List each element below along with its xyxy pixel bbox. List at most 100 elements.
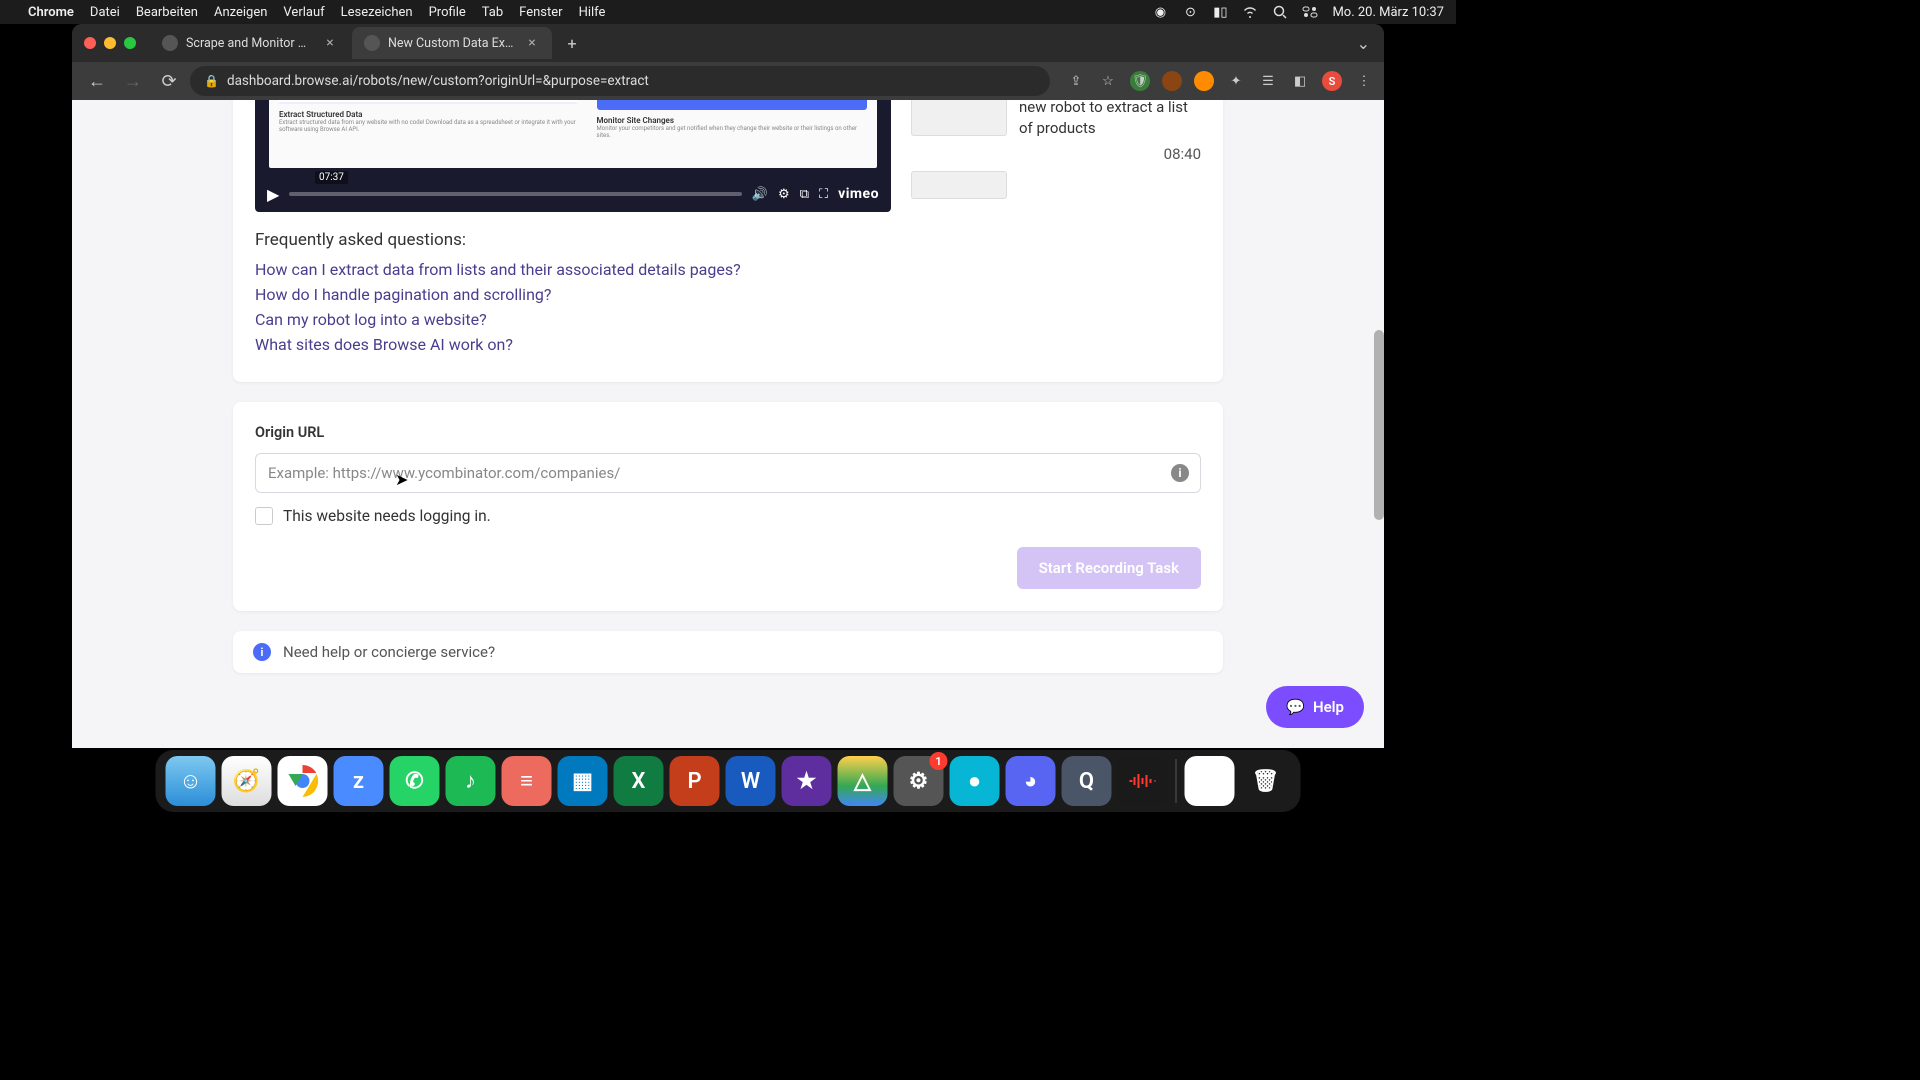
dock-app-generic[interactable]: ● (950, 756, 1000, 806)
menu-profile[interactable]: Profile (429, 5, 466, 20)
dock-imovie[interactable]: ★ (782, 756, 832, 806)
window-close-icon[interactable] (84, 37, 96, 49)
dock-excel[interactable]: X (614, 756, 664, 806)
extensions-puzzle-icon[interactable]: ✦ (1226, 71, 1246, 91)
dock-spotify[interactable]: ♪ (446, 756, 496, 806)
page-scrollbar[interactable] (1374, 330, 1384, 520)
dock-todoist[interactable]: ≡ (502, 756, 552, 806)
chrome-window: Scrape and Monitor Data from × New Custo… (72, 24, 1384, 748)
faq-heading: Frequently asked questions: (255, 230, 1201, 250)
video-playlist: 06:00 How to train and create a new robo… (911, 100, 1201, 212)
help-label: Help (1313, 698, 1344, 716)
menu-verlauf[interactable]: Verlauf (283, 5, 324, 20)
new-tab-button[interactable]: + (558, 29, 586, 57)
record-icon[interactable]: ◉ (1152, 4, 1168, 20)
volume-icon[interactable]: 🔊 (752, 187, 768, 202)
dock-trello[interactable]: ▦ (558, 756, 608, 806)
chrome-menu-icon[interactable]: ⋮ (1354, 71, 1374, 91)
menu-bearbeiten[interactable]: Bearbeiten (136, 5, 198, 20)
tab-scrape-monitor[interactable]: Scrape and Monitor Data from × (150, 27, 350, 59)
faq-link-login[interactable]: Can my robot log into a website? (255, 310, 1201, 329)
needs-login-checkbox[interactable] (255, 507, 273, 525)
menu-fenster[interactable]: Fenster (519, 5, 562, 20)
tab-title: Scrape and Monitor Data from (186, 36, 314, 51)
dock-whatsapp[interactable]: ✆ (390, 756, 440, 806)
tutorial-video-player[interactable]: Extract Structured Data Extract structur… (255, 100, 891, 212)
faq-link-supported-sites[interactable]: What sites does Browse AI work on? (255, 335, 1201, 354)
tab-close-icon[interactable]: × (524, 35, 540, 51)
menu-datei[interactable]: Datei (90, 5, 120, 20)
help-fab-button[interactable]: 💬 Help (1266, 686, 1364, 728)
video-slide-callout: more collaborators move work get more do… (597, 100, 867, 110)
pip-icon[interactable]: ⧉ (800, 187, 809, 202)
video-slide-heading: Monitor Site Changes (597, 116, 867, 125)
menubar-app-name[interactable]: Chrome (28, 5, 74, 20)
play-circle-icon[interactable]: ⊙ (1182, 4, 1198, 20)
dock-word[interactable]: W (726, 756, 776, 806)
playlist-thumbnail (911, 100, 1007, 136)
menu-anzeigen[interactable]: Anzeigen (214, 5, 267, 20)
video-slide-heading: Extract Structured Data (279, 110, 577, 119)
forward-button[interactable]: → (118, 66, 148, 96)
origin-url-label: Origin URL (255, 424, 1201, 441)
search-icon[interactable] (1272, 4, 1288, 20)
back-button[interactable]: ← (82, 66, 112, 96)
video-seek-bar[interactable] (289, 192, 742, 196)
control-center-icon[interactable] (1302, 4, 1318, 20)
side-panel-icon[interactable]: ◧ (1290, 71, 1310, 91)
dock-google-drive[interactable]: △ (838, 756, 888, 806)
faq-link-lists-details[interactable]: How can I extract data from lists and th… (255, 260, 1201, 279)
lock-icon: 🔒 (204, 74, 219, 88)
playlist-duration: 08:40 (1019, 145, 1201, 163)
window-zoom-icon[interactable] (124, 37, 136, 49)
extension-icon[interactable] (1194, 71, 1214, 91)
extension-shield-icon[interactable]: 🛡 (1130, 71, 1150, 91)
playlist-item[interactable]: How to train and create a new robot to e… (911, 100, 1201, 163)
dock-powerpoint[interactable]: P (670, 756, 720, 806)
info-icon: i (253, 643, 271, 661)
tab-new-custom-extraction[interactable]: New Custom Data Extraction R × (352, 27, 552, 59)
dock-discord[interactable]: ◕ (1006, 756, 1056, 806)
start-recording-button[interactable]: Start Recording Task (1017, 547, 1201, 589)
bookmark-star-icon[interactable]: ☆ (1098, 71, 1118, 91)
dock-zoom[interactable]: z (334, 756, 384, 806)
share-icon[interactable]: ⇪ (1066, 71, 1086, 91)
vimeo-logo: vimeo (838, 186, 879, 202)
info-icon[interactable]: i (1171, 464, 1189, 482)
dock-finder[interactable]: ☺ (166, 756, 216, 806)
settings-gear-icon[interactable]: ⚙ (778, 187, 790, 202)
dock-chrome[interactable] (278, 756, 328, 806)
page-content: ➤ Extract Structured Data Extract struct… (72, 100, 1384, 748)
menubar-clock[interactable]: Mo. 20. März 10:37 (1332, 5, 1444, 20)
needs-login-label: This website needs logging in. (283, 507, 491, 525)
tab-close-icon[interactable]: × (322, 35, 338, 51)
dock-preview[interactable]: 🖼 (1185, 756, 1235, 806)
dock-safari[interactable]: 🧭 (222, 756, 272, 806)
extension-icon[interactable] (1162, 71, 1182, 91)
faq-link-pagination[interactable]: How do I handle pagination and scrolling… (255, 285, 1201, 304)
menu-tab[interactable]: Tab (482, 5, 503, 20)
dock-system-settings[interactable]: ⚙1 (894, 756, 944, 806)
tab-title: New Custom Data Extraction R (388, 36, 516, 51)
browser-toolbar: ← → ⟳ 🔒 dashboard.browse.ai/robots/new/c… (72, 62, 1384, 100)
tabs-overflow-icon[interactable]: ⌄ (1357, 34, 1370, 53)
chat-icon: 💬 (1286, 698, 1305, 716)
play-icon[interactable]: ▶ (267, 185, 279, 204)
fullscreen-icon[interactable]: ⛶ (819, 187, 828, 202)
window-minimize-icon[interactable] (104, 37, 116, 49)
origin-url-card: Origin URL i This website needs logging … (233, 402, 1223, 611)
tab-favicon-icon (364, 35, 380, 51)
menu-lesezeichen[interactable]: Lesezeichen (341, 5, 413, 20)
reload-button[interactable]: ⟳ (154, 66, 184, 96)
battery-icon[interactable]: ▮▯ (1212, 4, 1228, 20)
dock-voice-memos[interactable] (1118, 756, 1168, 806)
wifi-icon[interactable] (1242, 4, 1258, 20)
video-slide-text: Extract structured data from any website… (279, 119, 577, 133)
reading-list-icon[interactable]: ☰ (1258, 71, 1278, 91)
menu-hilfe[interactable]: Hilfe (579, 5, 606, 20)
dock-trash[interactable]: 🗑 (1241, 756, 1291, 806)
profile-avatar[interactable]: S (1322, 71, 1342, 91)
address-bar[interactable]: 🔒 dashboard.browse.ai/robots/new/custom?… (190, 66, 1050, 96)
playlist-item[interactable] (911, 171, 1201, 199)
dock-quicktime[interactable]: Q (1062, 756, 1112, 806)
